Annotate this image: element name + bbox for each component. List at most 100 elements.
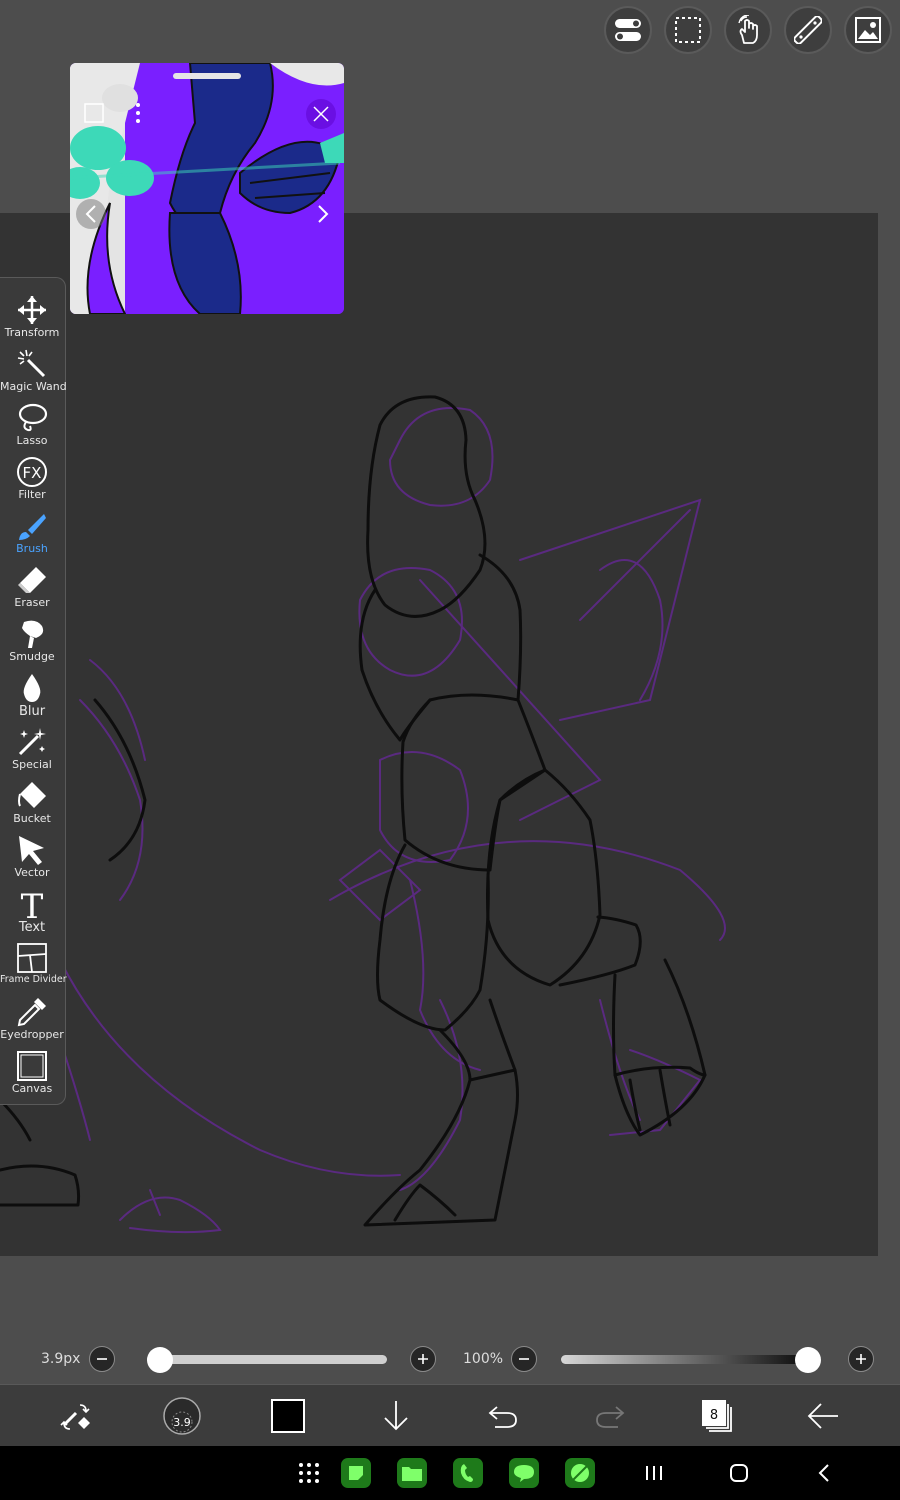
tool-transform[interactable]: Transform bbox=[0, 292, 64, 346]
recent-apps-icon bbox=[646, 1466, 662, 1480]
top-tool-row bbox=[604, 6, 892, 54]
system-back-button[interactable] bbox=[809, 1458, 839, 1488]
reference-prev-button[interactable] bbox=[76, 199, 106, 229]
image-icon bbox=[855, 17, 881, 43]
close-icon bbox=[313, 106, 329, 122]
color-picker-button[interactable] bbox=[267, 1395, 309, 1437]
tool-vector[interactable]: Vector bbox=[0, 832, 64, 886]
brush-opacity-value: 100% bbox=[463, 1351, 504, 1367]
tool-smudge[interactable]: Smudge bbox=[0, 616, 64, 670]
brush-eraser-swap-icon bbox=[60, 1404, 90, 1430]
svg-text:8: 8 bbox=[710, 1408, 718, 1423]
lasso-icon bbox=[18, 403, 48, 432]
brush-size-decrease-button[interactable] bbox=[89, 1346, 115, 1372]
svg-text:T: T bbox=[21, 888, 44, 920]
reference-drag-handle[interactable] bbox=[173, 73, 241, 79]
reference-close-button[interactable] bbox=[306, 99, 336, 129]
dock-app-files[interactable] bbox=[397, 1458, 427, 1488]
layers-button[interactable]: 8 bbox=[695, 1395, 737, 1437]
brush-size-value: 3.9px bbox=[41, 1351, 81, 1367]
tool-filter[interactable]: FX Filter bbox=[0, 454, 64, 508]
bottom-action-bar: 3.9 8 bbox=[0, 1384, 900, 1447]
app-drawer-button[interactable] bbox=[294, 1458, 324, 1488]
recent-apps-button[interactable] bbox=[639, 1458, 669, 1488]
vector-cursor-icon bbox=[19, 836, 44, 865]
gesture-button[interactable] bbox=[724, 6, 772, 54]
phone-app-icon bbox=[460, 1464, 473, 1482]
brush-opacity-decrease-button[interactable] bbox=[511, 1346, 537, 1372]
sketch-drawing bbox=[0, 395, 726, 1234]
tool-magic-wand[interactable]: Magic Wand bbox=[0, 346, 67, 400]
toggle-button[interactable] bbox=[604, 6, 652, 54]
hand-gesture-icon bbox=[738, 15, 758, 44]
tool-canvas[interactable]: Canvas bbox=[0, 1048, 64, 1102]
reference-maximize-button[interactable] bbox=[82, 101, 106, 125]
transform-icon bbox=[18, 296, 46, 324]
more-vertical-icon bbox=[136, 103, 140, 123]
brush-opacity-slider-knob[interactable] bbox=[795, 1347, 821, 1373]
tool-eraser[interactable]: Eraser bbox=[0, 562, 64, 616]
current-color-swatch bbox=[271, 1399, 305, 1433]
layers-icon: 8 bbox=[702, 1400, 732, 1432]
redo-icon bbox=[596, 1406, 625, 1428]
tool-bar: Transform Magic Wand Lasso FX Filter Bru… bbox=[0, 277, 67, 1105]
ruler-button[interactable] bbox=[784, 6, 832, 54]
selection-button[interactable] bbox=[664, 6, 712, 54]
dock-app-notes[interactable] bbox=[341, 1458, 371, 1488]
brush-opacity-increase-button[interactable] bbox=[848, 1346, 874, 1372]
brush-eraser-swap-button[interactable] bbox=[54, 1395, 96, 1437]
tool-lasso[interactable]: Lasso bbox=[0, 400, 64, 454]
brush-size-badge-icon: 3.9 bbox=[163, 1397, 201, 1435]
svg-text:FX: FX bbox=[23, 464, 42, 482]
ruler-icon bbox=[794, 16, 822, 44]
tool-frame-divider[interactable]: Frame Divider bbox=[0, 940, 67, 994]
brush-slider-row: 3.9px 100% bbox=[0, 1338, 900, 1382]
special-sparkle-icon bbox=[18, 728, 46, 756]
tool-text[interactable]: T Text bbox=[0, 886, 64, 940]
brush-size-slider[interactable] bbox=[147, 1355, 387, 1364]
magic-wand-icon bbox=[17, 349, 46, 378]
dock-app-browser[interactable] bbox=[565, 1458, 595, 1488]
text-icon: T bbox=[21, 888, 44, 920]
tool-special[interactable]: Special bbox=[0, 724, 64, 778]
canvas-icon bbox=[17, 1051, 47, 1081]
minus-icon bbox=[97, 1358, 107, 1360]
plus-icon bbox=[418, 1354, 428, 1364]
browser-app-icon bbox=[571, 1464, 589, 1482]
dock-app-phone[interactable] bbox=[453, 1458, 483, 1488]
tool-blur[interactable]: Blur bbox=[0, 670, 64, 724]
brush-opacity-slider[interactable] bbox=[561, 1355, 821, 1364]
notes-app-icon bbox=[349, 1466, 363, 1480]
minus-icon bbox=[519, 1358, 529, 1360]
svg-text:3.9: 3.9 bbox=[173, 1416, 191, 1429]
undo-button[interactable] bbox=[482, 1395, 524, 1437]
reference-next-button[interactable] bbox=[308, 199, 338, 229]
reference-image bbox=[70, 63, 344, 314]
reference-window[interactable] bbox=[70, 63, 344, 314]
undo-icon bbox=[488, 1406, 517, 1428]
chevron-left-icon bbox=[818, 1464, 829, 1482]
blur-drop-icon bbox=[23, 674, 41, 702]
brush-size-slider-knob[interactable] bbox=[147, 1347, 173, 1373]
toggle-icon bbox=[615, 19, 641, 41]
back-button[interactable] bbox=[802, 1395, 844, 1437]
download-button[interactable] bbox=[375, 1395, 417, 1437]
tool-bucket[interactable]: Bucket bbox=[0, 778, 64, 832]
redo-button[interactable] bbox=[589, 1395, 631, 1437]
image-button[interactable] bbox=[844, 6, 892, 54]
brush-icon bbox=[19, 514, 46, 540]
tool-eyedropper[interactable]: Eyedropper bbox=[0, 994, 64, 1048]
tool-brush[interactable]: Brush bbox=[0, 508, 64, 562]
home-button[interactable] bbox=[724, 1458, 754, 1488]
app-grid-icon bbox=[299, 1463, 319, 1483]
messages-app-icon bbox=[514, 1465, 534, 1482]
dock-app-messages[interactable] bbox=[509, 1458, 539, 1488]
brush-size-increase-button[interactable] bbox=[410, 1346, 436, 1372]
bucket-icon bbox=[18, 782, 46, 808]
brush-size-button[interactable]: 3.9 bbox=[161, 1395, 203, 1437]
system-navigation-bar bbox=[0, 1446, 900, 1500]
chevron-left-icon bbox=[85, 205, 96, 223]
maximize-icon bbox=[84, 103, 104, 123]
drawing-canvas[interactable] bbox=[0, 213, 878, 1256]
reference-menu-button[interactable] bbox=[128, 99, 148, 127]
